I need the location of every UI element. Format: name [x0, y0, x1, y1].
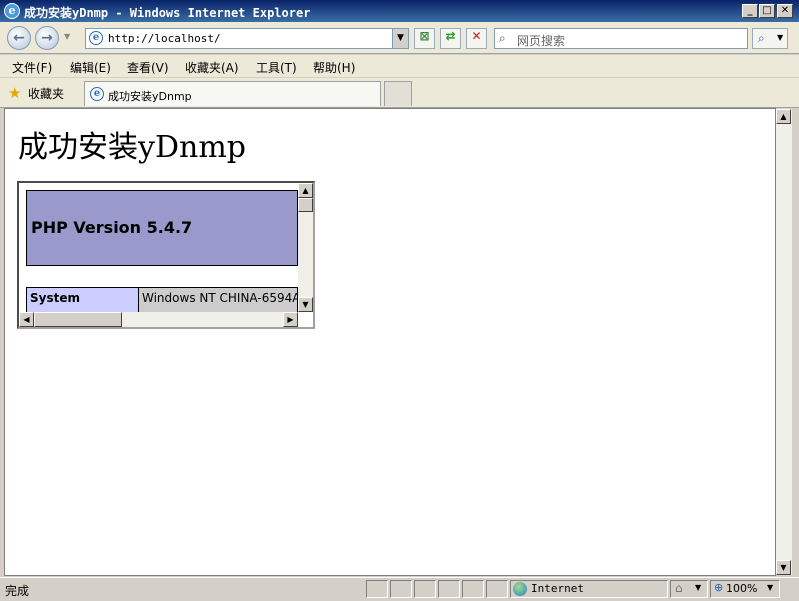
frame-scroll-left-icon[interactable]: ◀: [19, 312, 34, 327]
address-url[interactable]: http://localhost/: [108, 32, 221, 45]
favorites-button[interactable]: 收藏夹: [28, 85, 64, 102]
history-dropdown-icon[interactable]: ▼: [64, 32, 70, 41]
status-cell: [390, 580, 412, 598]
frame-horizontal-scrollbar[interactable]: ◀ ▶: [19, 312, 298, 327]
back-button[interactable]: ←: [7, 26, 31, 50]
frame-vertical-thumb[interactable]: [298, 198, 313, 212]
close-button[interactable]: ✕: [777, 4, 793, 18]
search-provider-icon: ⌕: [499, 31, 506, 45]
protected-mode-dropdown-icon[interactable]: ▼: [695, 583, 701, 592]
new-tab-button[interactable]: [384, 81, 412, 106]
menu-favorites[interactable]: 收藏夹(A): [185, 59, 239, 76]
page-icon: e: [89, 31, 103, 45]
status-bar: 完成 Internet ⌂ ▼ ⊕ ▼ 100%: [0, 577, 799, 601]
maximize-button[interactable]: □: [759, 4, 775, 18]
page-scroll-up-icon[interactable]: ▲: [776, 109, 791, 124]
menu-bar: 文件(F) 编辑(E) 查看(V) 收藏夹(A) 工具(T) 帮助(H): [0, 55, 799, 77]
zoom-level[interactable]: 100%: [726, 582, 757, 595]
tab-page-icon: e: [90, 87, 104, 101]
status-cell: [462, 580, 484, 598]
compatibility-view-button[interactable]: ⊠: [414, 28, 435, 49]
menu-tools[interactable]: 工具(T): [256, 59, 297, 76]
minimize-button[interactable]: _: [742, 4, 758, 18]
frame-vertical-scrollbar[interactable]: ▲ ▼: [298, 183, 313, 312]
security-zone: Internet: [531, 582, 584, 595]
stop-icon: ✕: [471, 29, 482, 43]
favorites-bar: ★ 收藏夹 e 成功安装yDnmp: [0, 78, 799, 108]
refresh-button[interactable]: ⇄: [440, 28, 461, 49]
phpinfo-frame[interactable]: PHP Version 5.4.7 System Windows NT CHIN…: [17, 181, 315, 329]
back-arrow-icon: ←: [13, 30, 25, 46]
address-dropdown-icon[interactable]: ▼: [392, 29, 408, 48]
page-heading: 成功安装yDnmp: [18, 130, 246, 165]
frame-scroll-right-icon[interactable]: ▶: [283, 312, 298, 327]
menu-edit[interactable]: 编辑(E): [70, 59, 111, 76]
address-bar[interactable]: e http://localhost/ ▼: [85, 28, 409, 49]
status-cell: [366, 580, 388, 598]
tab-title: 成功安装yDnmp: [108, 90, 192, 103]
status-cell: [438, 580, 460, 598]
menu-view[interactable]: 查看(V): [127, 59, 169, 76]
menu-help[interactable]: 帮助(H): [313, 59, 355, 76]
frame-scroll-down-icon[interactable]: ▼: [298, 297, 313, 312]
frame-horizontal-thumb[interactable]: [34, 312, 122, 327]
protected-mode-icon: ⌂: [675, 581, 683, 595]
status-cell: [486, 580, 508, 598]
status-text: 完成: [5, 584, 30, 598]
window-title: 成功安装yDnmp - Windows Internet Explorer: [24, 6, 311, 20]
zoom-dropdown-icon[interactable]: ▼: [767, 583, 773, 592]
search-options-dropdown-icon[interactable]: ▼: [777, 33, 783, 42]
php-version-header: PHP Version 5.4.7: [26, 190, 298, 266]
search-input[interactable]: 网页搜索: [517, 32, 565, 49]
search-go-button[interactable]: ⌕ ▼: [752, 28, 788, 49]
frame-scroll-up-icon[interactable]: ▲: [298, 183, 313, 198]
system-label: System: [26, 287, 139, 313]
page-content: 成功安装yDnmp PHP Version 5.4.7 System Windo…: [4, 108, 792, 576]
internet-globe-icon: [513, 582, 527, 596]
php-version: PHP Version 5.4.7: [31, 218, 193, 237]
search-icon: ⌕: [758, 31, 765, 45]
title-bar: e 成功安装yDnmp - Windows Internet Explorer …: [0, 0, 799, 22]
address-toolbar: ← → ▼ e http://localhost/ ▼ ⊠ ⇄ ✕ ⌕ 网页搜索…: [0, 22, 799, 54]
system-value: Windows NT CHINA-6594A0 2) i586: [139, 287, 298, 313]
forward-button[interactable]: →: [35, 26, 59, 50]
status-cell: [414, 580, 436, 598]
favorites-star-icon[interactable]: ★: [8, 84, 21, 102]
ie-logo-icon: e: [4, 3, 20, 19]
refresh-icon: ⇄: [445, 29, 456, 43]
table-row: System Windows NT CHINA-6594A0 2) i586: [26, 287, 298, 313]
protected-mode-cell[interactable]: ⌂ ▼: [670, 580, 708, 598]
forward-arrow-icon: →: [41, 30, 53, 46]
menu-file[interactable]: 文件(F): [12, 59, 52, 76]
search-box[interactable]: ⌕ 网页搜索: [494, 28, 748, 49]
tab-active[interactable]: e 成功安装yDnmp: [84, 81, 381, 106]
stop-button[interactable]: ✕: [466, 28, 487, 49]
compatibility-icon: ⊠: [419, 29, 430, 43]
zoom-icon: ⊕: [714, 581, 724, 594]
page-scroll-down-icon[interactable]: ▼: [776, 560, 791, 575]
page-vertical-scrollbar[interactable]: ▲ ▼: [776, 109, 792, 575]
